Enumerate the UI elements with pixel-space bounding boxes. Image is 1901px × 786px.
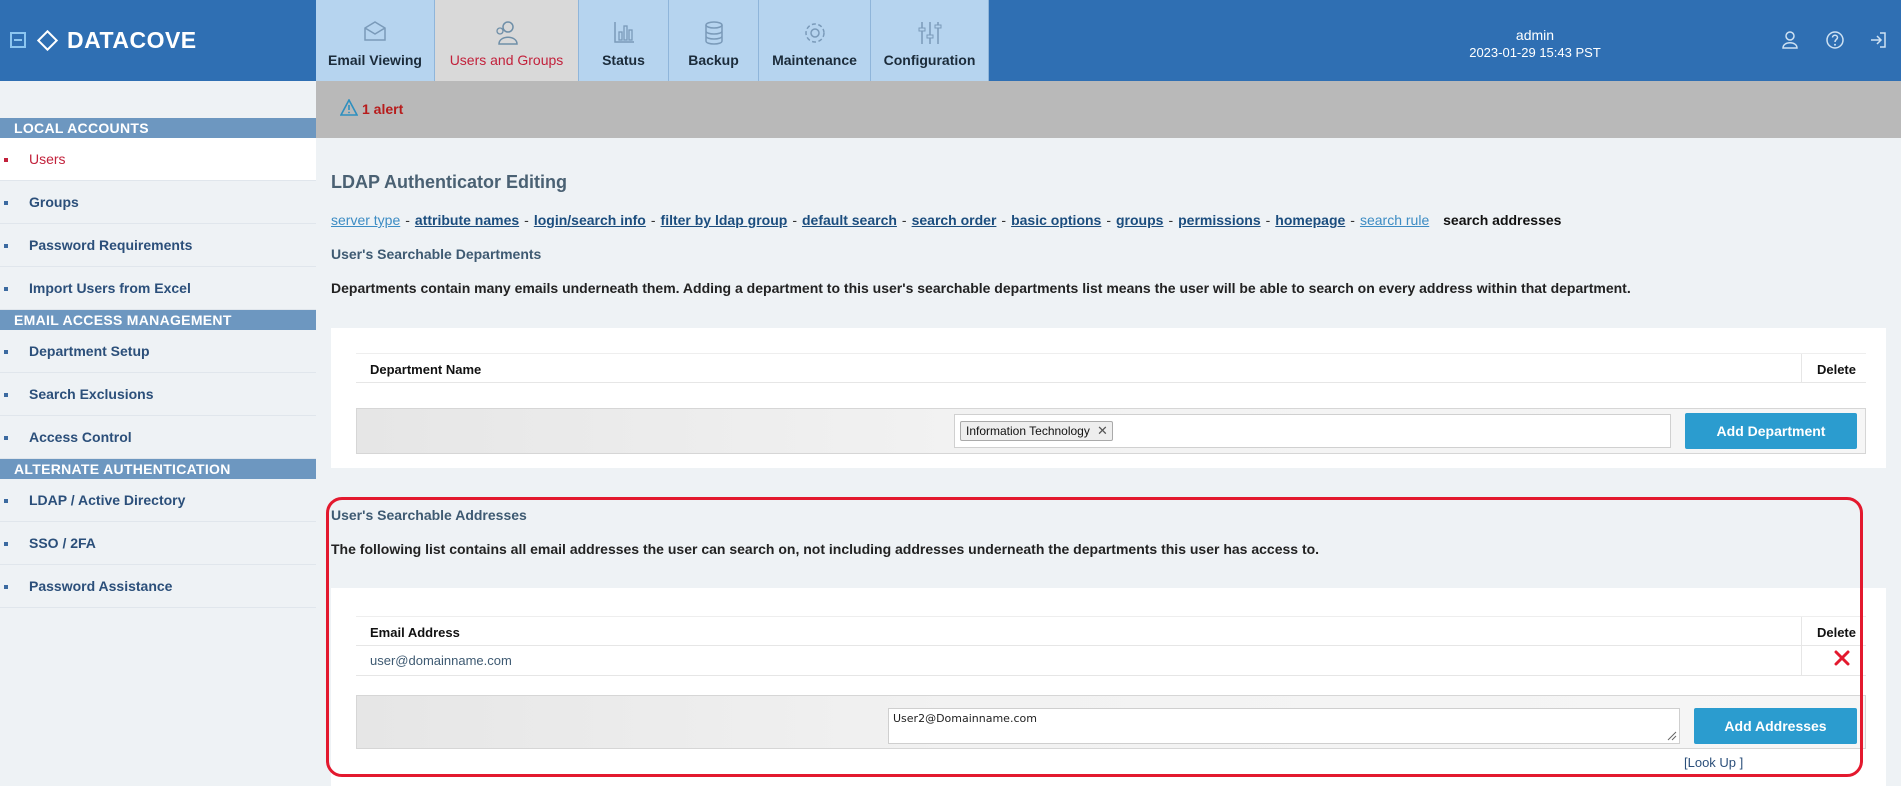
brand-name: DATACOVE [67, 26, 197, 53]
database-icon [704, 21, 723, 45]
col-delete: Delete [1816, 625, 1856, 640]
addresses-table-header: Email Address Delete [356, 616, 1866, 646]
departments-heading: User's Searchable Departments [331, 246, 542, 262]
crumb-groups[interactable]: groups [1116, 212, 1163, 228]
tab-configuration[interactable]: Configuration [871, 0, 989, 81]
user-info: admin 2023-01-29 15:43 PST [1420, 26, 1650, 62]
remove-tag-icon[interactable]: ✕ [1097, 422, 1108, 440]
addresses-heading: User's Searchable Addresses [331, 507, 527, 523]
warning-icon [340, 99, 358, 116]
breadcrumb: server type - attribute names - login/search… [331, 212, 1562, 228]
addresses-panel: Email Address Delete user@domainname.com… [331, 588, 1886, 786]
add-department-button[interactable]: Add Department [1685, 413, 1857, 449]
sidebar-item-password-assistance[interactable]: Password Assistance [0, 565, 316, 608]
brand: DATACOVE [10, 22, 197, 58]
username: admin [1515, 27, 1555, 43]
sidebar-item-ldap[interactable]: LDAP / Active Directory [0, 479, 316, 522]
sidebar-item-department-setup[interactable]: Department Setup [0, 330, 316, 373]
crumb-search-order[interactable]: search order [912, 212, 997, 228]
sidebar-section-alternate-auth: ALTERNATE AUTHENTICATION [0, 459, 316, 479]
tab-backup[interactable]: Backup [669, 0, 759, 81]
sidebar-item-users[interactable]: Users [0, 138, 316, 181]
department-tag: Information Technology ✕ [960, 421, 1113, 441]
tab-users-and-groups[interactable]: Users and Groups [435, 0, 579, 81]
crumb-default-search[interactable]: default search [802, 212, 897, 228]
col-department-name: Department Name [370, 362, 482, 377]
tab-maintenance[interactable]: Maintenance [759, 0, 871, 81]
crumb-search-addresses: search addresses [1443, 212, 1562, 228]
look-up-link[interactable]: [Look Up ] [1684, 755, 1743, 770]
sidebar-item-sso-2fa[interactable]: SSO / 2FA [0, 522, 316, 565]
sidebar-item-password-requirements[interactable]: Password Requirements [0, 224, 316, 267]
gear-icon [804, 23, 825, 43]
col-delete: Delete [1816, 362, 1856, 377]
departments-description: Departments contain many emails undernea… [331, 280, 1631, 296]
collapse-menu-icon[interactable] [10, 32, 26, 48]
crumb-search-rule[interactable]: search rule [1360, 212, 1429, 228]
col-email-address: Email Address [370, 625, 460, 640]
crumb-basic-options[interactable]: basic options [1011, 212, 1101, 228]
addresses-description: The following list contains all email ad… [331, 541, 1320, 557]
alert-bar: 1 alert [316, 81, 1901, 138]
help-icon[interactable] [1825, 30, 1845, 50]
page-title: LDAP Authenticator Editing [331, 172, 567, 192]
department-select-input[interactable]: Information Technology ✕ [954, 414, 1671, 448]
user-profile-icon[interactable] [1780, 30, 1800, 50]
departments-panel: Department Name Delete Information Techn… [331, 328, 1886, 468]
crumb-attribute-names[interactable]: attribute names [415, 212, 519, 228]
delete-icon[interactable] [1834, 650, 1850, 666]
email-address-value: user@domainname.com [370, 653, 512, 668]
sidebar-section-local-accounts: LOCAL ACCOUNTS [0, 118, 316, 138]
sidebar-item-search-exclusions[interactable]: Search Exclusions [0, 373, 316, 416]
sliders-icon [918, 22, 941, 44]
sidebar: LOCAL ACCOUNTS Users Groups Password Req… [0, 81, 316, 786]
sidebar-item-groups[interactable]: Groups [0, 181, 316, 224]
resize-grip-icon[interactable] [1667, 731, 1677, 741]
datacove-logo-icon [36, 29, 59, 51]
sidebar-item-access-control[interactable]: Access Control [0, 416, 316, 459]
add-department-row: Information Technology ✕ Add Department [356, 408, 1866, 454]
envelope-icon [364, 21, 386, 41]
crumb-filter-by-ldap-group[interactable]: filter by ldap group [661, 212, 788, 228]
alert-link[interactable]: 1 alert [362, 101, 403, 117]
crumb-login-search-info[interactable]: login/search info [534, 212, 646, 228]
users-icon [495, 21, 518, 45]
app-header: DATACOVE Email Viewing Users and Groups … [0, 0, 1901, 81]
crumb-server-type[interactable]: server type [331, 212, 400, 228]
add-address-row: User2@Domainname.com Add Addresses [356, 695, 1866, 749]
table-row: user@domainname.com [356, 646, 1866, 676]
crumb-homepage[interactable]: homepage [1275, 212, 1345, 228]
logout-icon[interactable] [1868, 30, 1888, 50]
tab-email-viewing[interactable]: Email Viewing [316, 0, 435, 81]
email-address-textarea[interactable]: User2@Domainname.com [888, 708, 1680, 744]
current-datetime: 2023-01-29 15:43 PST [1469, 45, 1601, 60]
sidebar-item-import-users[interactable]: Import Users from Excel [0, 267, 316, 310]
tab-status[interactable]: Status [579, 0, 669, 81]
main-tabs: Email Viewing Users and Groups Status Ba… [316, 0, 989, 81]
sidebar-section-email-access: EMAIL ACCESS MANAGEMENT [0, 310, 316, 330]
add-addresses-button[interactable]: Add Addresses [1694, 708, 1857, 744]
bar-chart-icon [613, 22, 634, 43]
crumb-permissions[interactable]: permissions [1178, 212, 1260, 228]
departments-table-header: Department Name Delete [356, 353, 1866, 383]
